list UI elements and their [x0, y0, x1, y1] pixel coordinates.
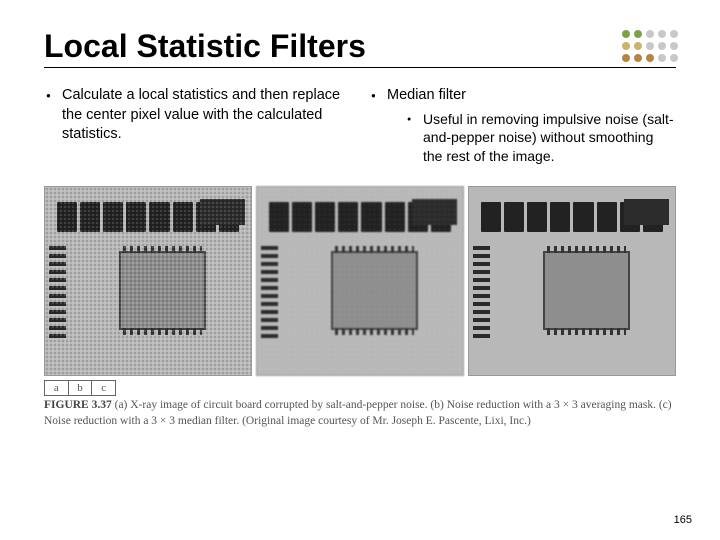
decor-dot — [634, 30, 642, 38]
side-rail — [261, 244, 277, 338]
side-rail — [49, 244, 65, 338]
decor-dot — [646, 54, 654, 62]
decor-dot — [670, 54, 678, 62]
right-column: Median filter Useful in removing impulsi… — [369, 86, 676, 172]
decor-dot — [670, 42, 678, 50]
decor-dot — [658, 30, 666, 38]
figure-row — [44, 186, 676, 376]
decor-dot — [634, 42, 642, 50]
decor-dot — [670, 30, 678, 38]
slide-title: Local Statistic Filters — [44, 28, 366, 65]
figure-caption-label: FIGURE 3.37 — [44, 399, 112, 411]
decorative-dot-grid — [622, 30, 680, 64]
side-rail — [473, 244, 489, 338]
abc-labels: a b c — [44, 380, 116, 396]
right-list: Median filter Useful in removing impulsi… — [369, 86, 676, 166]
decor-dot — [634, 54, 642, 62]
dark-block — [200, 199, 245, 225]
figure-panel-b — [256, 186, 464, 376]
decor-dot — [622, 30, 630, 38]
figure-caption-body: (a) X-ray image of circuit board corrupt… — [44, 399, 672, 427]
abc-b: b — [69, 381, 93, 395]
figure-panel-c — [468, 186, 676, 376]
abc-c: c — [92, 381, 115, 395]
figure-block: a b c FIGURE 3.37 (a) X-ray image of cir… — [44, 186, 676, 429]
right-sublist: Useful in removing impulsive noise (salt… — [387, 110, 676, 167]
content-columns: Calculate a local statistics and then re… — [44, 86, 676, 172]
chip-icon — [543, 251, 630, 330]
decor-dot — [646, 30, 654, 38]
figure-caption: FIGURE 3.37 (a) X-ray image of circuit b… — [44, 398, 676, 429]
left-bullet-1: Calculate a local statistics and then re… — [44, 86, 351, 145]
decor-dot — [646, 42, 654, 50]
decor-dot — [622, 42, 630, 50]
left-list: Calculate a local statistics and then re… — [44, 86, 351, 145]
slide: Local Statistic Filters Calculate a loca… — [0, 0, 720, 447]
right-bullet-1-label: Median filter — [387, 87, 466, 103]
dark-block — [412, 199, 457, 225]
abc-a: a — [45, 381, 69, 395]
right-bullet-1: Median filter Useful in removing impulsi… — [369, 86, 676, 166]
decor-dot — [658, 42, 666, 50]
chip-icon — [119, 251, 206, 330]
page-number: 165 — [674, 514, 692, 526]
components-top — [57, 195, 238, 233]
decor-dot — [658, 54, 666, 62]
right-sub-bullet-1: Useful in removing impulsive noise (salt… — [407, 110, 676, 167]
title-row: Local Statistic Filters — [44, 28, 676, 68]
figure-panel-a — [44, 186, 252, 376]
dark-block — [624, 199, 669, 225]
decor-dot — [622, 54, 630, 62]
left-column: Calculate a local statistics and then re… — [44, 86, 351, 172]
chip-icon — [331, 251, 418, 330]
components-top — [269, 195, 450, 233]
